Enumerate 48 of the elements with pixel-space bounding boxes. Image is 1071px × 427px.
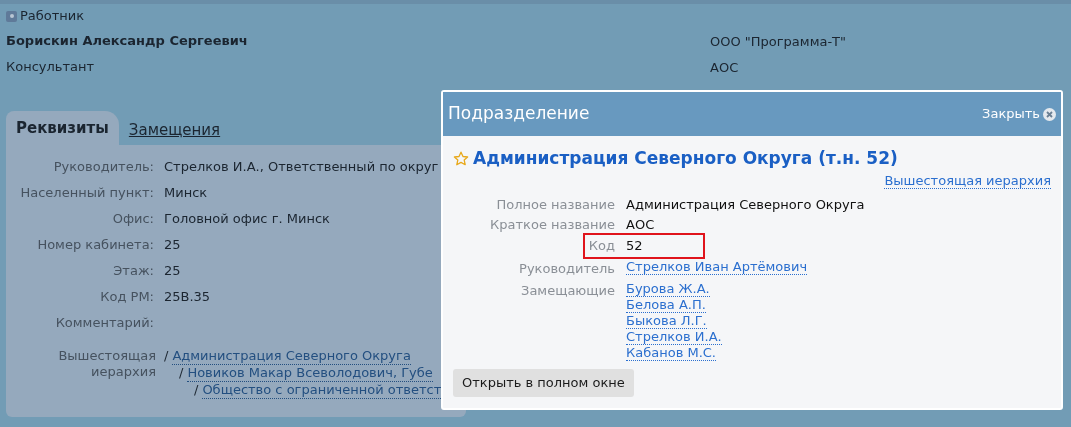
hierarchy-link[interactable]: Вышестоящая иерархия: [884, 172, 1051, 189]
dialog-title: Подразделение: [448, 102, 590, 126]
field-value: Администрация Северного Округа: [626, 195, 865, 214]
person-link[interactable]: Стрелков И.А.: [626, 328, 722, 345]
person-icon: [6, 10, 17, 22]
field-value: 25В.35: [164, 288, 211, 307]
field-value: АОС: [626, 215, 655, 234]
field-label: Код: [587, 236, 616, 255]
close-icon: [1043, 107, 1056, 121]
hierarchy-link[interactable]: Администрация Северного Округа: [172, 348, 411, 365]
field-label: Населенный пункт:: [19, 184, 155, 203]
person-link[interactable]: Белова А.П.: [626, 296, 706, 313]
employee-name: Борискин Александр Сергеевич: [6, 32, 249, 50]
employee-position: Консультант: [6, 58, 96, 76]
field-label: Руководитель: [518, 259, 616, 278]
open-full-window-button[interactable]: Открыть в полном окне: [453, 368, 634, 397]
record-type-label: Работник: [20, 7, 85, 26]
field-label: Номер кабинета:: [36, 236, 155, 255]
field-label: Этаж:: [112, 262, 155, 281]
person-link[interactable]: Бурова Ж.А.: [626, 280, 710, 297]
close-button[interactable]: Закрыть: [982, 104, 1056, 124]
separator-text: /: [179, 365, 184, 382]
separator-text: /: [164, 348, 169, 365]
field-label: Краткое название: [489, 215, 616, 234]
person-link[interactable]: Быкова Л.Г.: [626, 312, 707, 329]
field-value: 25: [164, 236, 181, 255]
field-value: Головной офис г. Минск: [164, 210, 330, 229]
field-label: Вышестоящая иерархия: [57, 348, 157, 381]
field-value: 25: [164, 262, 181, 281]
field-label: Офис:: [111, 210, 155, 229]
person-link[interactable]: Кабанов М.С.: [626, 344, 716, 361]
field-value: 52: [626, 236, 643, 255]
field-label: Комментарий:: [54, 314, 155, 333]
hierarchy-link[interactable]: Новиков Макар Всеволодович, Губе: [187, 365, 433, 382]
tab[interactable]: Реквизиты: [6, 111, 119, 145]
field-label: Полное название: [495, 195, 616, 214]
separator-text: /: [194, 382, 199, 399]
star-icon[interactable]: [453, 150, 469, 167]
tab[interactable]: Замещения: [118, 115, 231, 145]
person-link[interactable]: Стрелков Иван Артёмович: [626, 258, 808, 275]
field-label: Руководитель:: [52, 158, 155, 177]
field-label: Код РМ:: [99, 288, 155, 307]
organization-text: ООО "Программа-Т": [710, 33, 847, 51]
field-label: Замещающие: [520, 281, 616, 300]
organization-text: АОС: [710, 59, 740, 77]
dialog-heading: Администрация Северного Округа (т.н. 52): [473, 147, 898, 170]
field-value: Стрелков И.А., Ответственный по округ: [164, 158, 439, 177]
field-value: Минск: [164, 184, 208, 203]
